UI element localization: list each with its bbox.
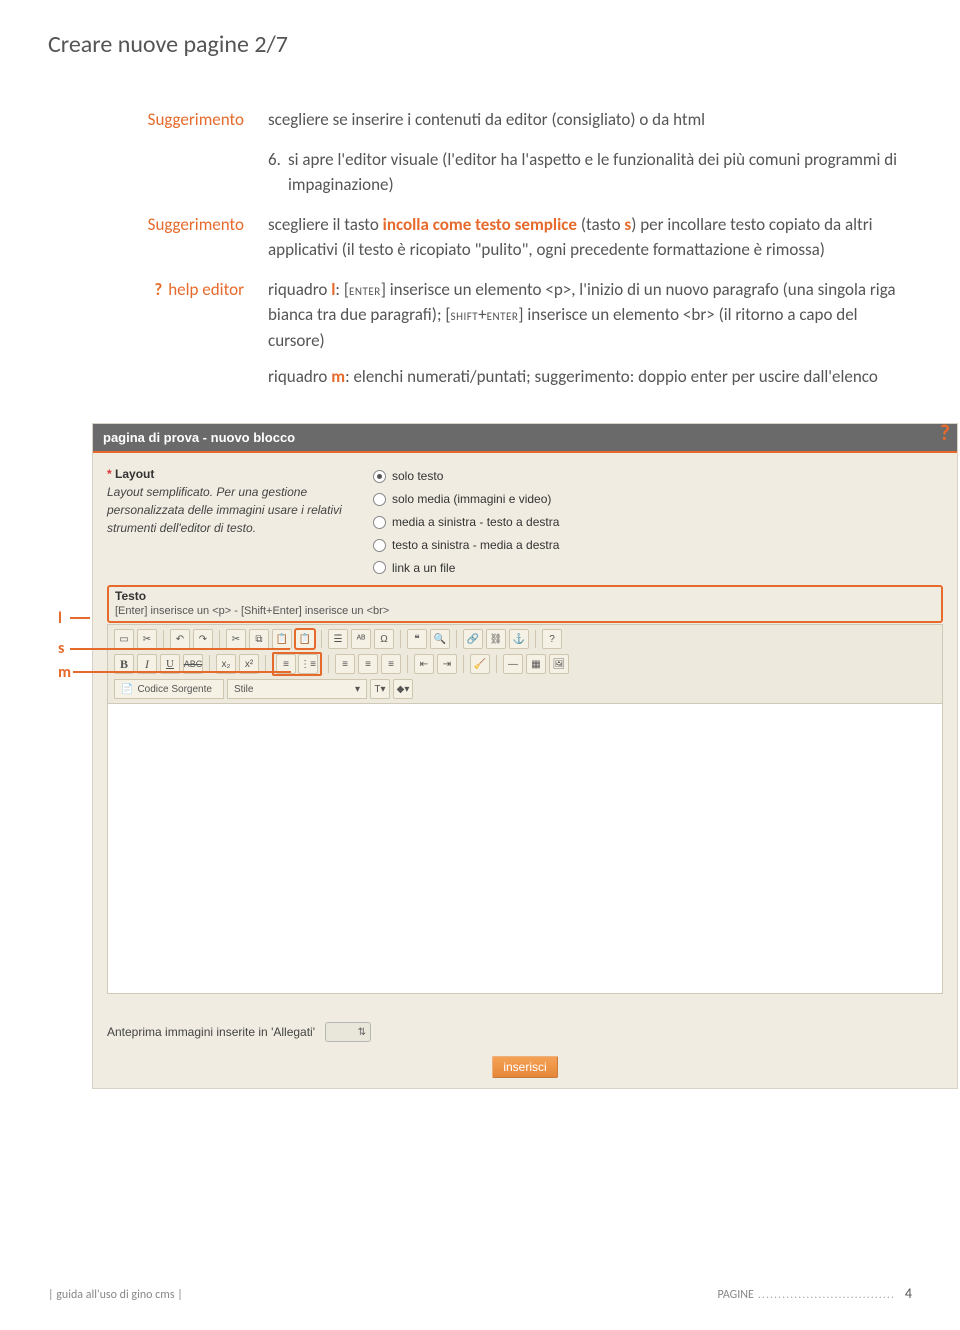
radio-label: link a un file — [392, 557, 455, 580]
table-icon[interactable]: ▦ — [526, 654, 546, 674]
help-editor-text: riquadro l: [enter] inserisce un element… — [268, 277, 912, 400]
layout-radio-1[interactable]: solo media (immagini e video) — [373, 488, 943, 511]
footer-section: PAGINE — [718, 1288, 754, 1302]
footer-dots: .................................. — [758, 1288, 895, 1302]
copy-icon[interactable]: ⧉ — [249, 629, 269, 649]
layout-radio-4[interactable]: link a un file — [373, 557, 943, 580]
find-icon[interactable]: 🔍 — [430, 629, 450, 649]
unordered-list-icon[interactable]: ⋮≡ — [298, 654, 318, 674]
removeformat-icon[interactable]: 🧹 — [470, 654, 490, 674]
step-6: 6.si apre l'editor visuale (l'editor ha … — [268, 147, 912, 198]
selectall-icon[interactable]: ☰ — [328, 629, 348, 649]
annotation-line-m — [73, 671, 291, 673]
align-center-icon[interactable]: ≡ — [358, 654, 378, 674]
editor-toolbar: ▭ ✂ ↶ ↷ ✂ ⧉ 📋 📋 ☰ ᴬᴮ Ω — [107, 624, 943, 704]
align-left-icon[interactable]: ≡ — [335, 654, 355, 674]
insert-button[interactable]: inserisci — [492, 1056, 557, 1078]
annotation-l: l — [58, 609, 62, 628]
suggerimento-text-1: scegliere se inserire i contenuti da edi… — [268, 107, 912, 133]
link-icon[interactable]: 🔗 — [463, 629, 483, 649]
image-icon[interactable]: 🖼 — [549, 654, 569, 674]
help-annotation-q: ? — [940, 419, 950, 446]
layout-radio-3[interactable]: testo a sinistra - media a destra — [373, 534, 943, 557]
radio-label: solo media (immagini e video) — [392, 488, 551, 511]
editor-panel: pagina di prova - nuovo blocco * Layout … — [92, 423, 958, 1089]
hr-icon[interactable]: — — [503, 654, 523, 674]
style-dropdown[interactable]: Stile ▾ — [227, 679, 367, 699]
editor-textarea[interactable] — [107, 704, 943, 994]
layout-radio-2[interactable]: media a sinistra - testo a destra — [373, 511, 943, 534]
panel-header: pagina di prova - nuovo blocco — [93, 424, 957, 453]
help-editor-label: ?help editor — [48, 277, 268, 400]
quote-icon[interactable]: ❝ — [407, 629, 427, 649]
preview-label: Anteprima immagini inserite in 'Allegati… — [107, 1025, 315, 1039]
page-footer: | guida all'uso di gino cms | PAGINE ...… — [48, 1285, 912, 1302]
testo-label-box: Testo [Enter] inserisce un <p> - [Shift+… — [107, 585, 943, 623]
layout-description: * Layout Layout semplificato. Per una ge… — [107, 465, 353, 579]
annotation-m: m — [58, 663, 71, 682]
bgcolor-icon[interactable]: ◆▾ — [393, 679, 413, 699]
redo-icon[interactable]: ↷ — [193, 629, 213, 649]
indent-icon[interactable]: ⇥ — [437, 654, 457, 674]
page-title: Creare nuove pagine 2/7 — [48, 30, 912, 59]
paste-plain-text-icon[interactable]: 📋 — [295, 629, 315, 649]
toolbar-icon[interactable]: ▭ — [114, 629, 134, 649]
radio-label: solo testo — [392, 465, 443, 488]
suggerimento-label-2: Suggerimento — [48, 212, 268, 263]
footer-page-number: 4 — [905, 1285, 912, 1302]
anchor-icon[interactable]: ⚓ — [509, 629, 529, 649]
suggerimento-label-1: Suggerimento — [48, 107, 268, 133]
unlink-icon[interactable]: ⛓ — [486, 629, 506, 649]
layout-radio-0[interactable]: solo testo — [373, 465, 943, 488]
radio-icon[interactable] — [373, 561, 386, 574]
source-button[interactable]: 📄 Codice Sorgente — [114, 679, 224, 699]
annotation-line-s — [70, 648, 290, 650]
paste-icon[interactable]: 📋 — [272, 629, 292, 649]
annotation-line-l — [70, 617, 90, 619]
help-icon[interactable]: ? — [542, 629, 562, 649]
radio-icon[interactable] — [373, 539, 386, 552]
radio-icon[interactable] — [373, 470, 386, 483]
radio-label: testo a sinistra - media a destra — [392, 534, 559, 557]
annotation-s: s — [58, 639, 64, 658]
spellcheck-icon[interactable]: ᴬᴮ — [351, 629, 371, 649]
undo-icon[interactable]: ↶ — [170, 629, 190, 649]
suggerimento-text-2: scegliere il tasto incolla come testo se… — [268, 212, 912, 263]
attachments-select[interactable]: ⇅ — [325, 1022, 371, 1042]
textcolor-icon[interactable]: T▾ — [370, 679, 390, 699]
align-right-icon[interactable]: ≡ — [381, 654, 401, 674]
specialchar-icon[interactable]: Ω — [374, 629, 394, 649]
radio-label: media a sinistra - testo a destra — [392, 511, 559, 534]
cut-icon[interactable]: ✂ — [137, 629, 157, 649]
radio-icon[interactable] — [373, 516, 386, 529]
outdent-icon[interactable]: ⇤ — [414, 654, 434, 674]
footer-left: | guida all'uso di gino cms | — [48, 1288, 183, 1302]
radio-icon[interactable] — [373, 493, 386, 506]
cut-icon[interactable]: ✂ — [226, 629, 246, 649]
layout-radio-group: solo testosolo media (immagini e video)m… — [373, 465, 943, 579]
